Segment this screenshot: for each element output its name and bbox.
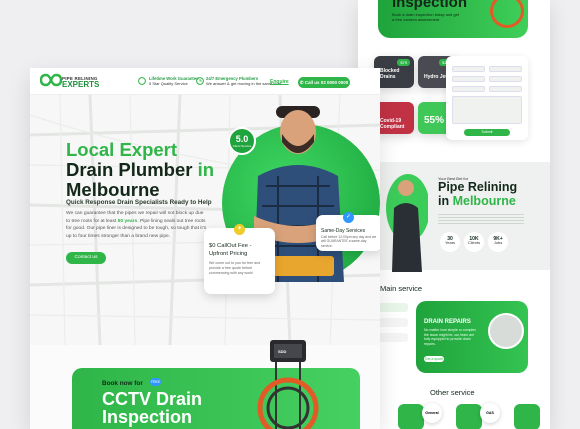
form-field[interactable] [452, 86, 485, 92]
homepage-mockup: PIPE RELINING EXPERTS Lifetime Work Guar… [30, 68, 380, 429]
message-field[interactable] [452, 96, 522, 124]
service-card-label: Blocked Drains [380, 68, 400, 80]
drain-camera-reel-icon [490, 0, 524, 28]
form-submit-button[interactable]: Submit [464, 129, 510, 136]
same-day-card: ✓ Same-Day Services Call before 12:00pm … [316, 212, 380, 251]
logo-text-bottom: EXPERTS [62, 80, 100, 89]
form-field[interactable] [489, 76, 522, 82]
rating-badge: 5.0 Client Service [228, 127, 256, 155]
rating-value: 5.0 [235, 134, 249, 144]
pipe-heading-line-1: Pipe Relining [438, 180, 518, 194]
pipe-description [438, 212, 524, 226]
drain-repair-photo [488, 313, 524, 349]
callout-title-line-1: $0 CallOut Fee - [209, 243, 252, 249]
enquire-link[interactable]: Enquire [270, 79, 289, 85]
same-day-title: Same-Day Services [321, 228, 366, 234]
quote-form: Submit [446, 56, 528, 140]
main-service-heading: Main service [380, 284, 423, 293]
secondary-page-mockup: Inspection Book a drain inspection today… [358, 0, 550, 429]
hero-body: We can guarantee that the pipes we repai… [66, 211, 207, 239]
headline-city: Melbourne [66, 179, 160, 200]
other-service-heading: Other service [430, 388, 475, 397]
pipe-heading-city: Melbourne [452, 194, 516, 208]
callout-title: $0 CallOut Fee - Upfront Pricing [209, 242, 252, 258]
lightbulb-icon: ✦ [234, 224, 245, 235]
guarantee-icon [138, 77, 146, 85]
banner-title-line-1: CCTV Drain [102, 389, 203, 409]
contact-us-button[interactable]: Contact us [66, 252, 106, 264]
shield-icon: ✓ [343, 212, 354, 223]
call-us-label: Call us 03 0000 0000 [304, 80, 349, 85]
form-field[interactable] [452, 66, 485, 72]
nav-guarantee-sub: 5 Star Quality Service [149, 81, 188, 86]
stat-years: 30 Years [440, 232, 460, 252]
other-service-card[interactable] [398, 404, 424, 429]
callout-text: We come out to you for free and provide … [209, 261, 261, 275]
stat-jobs: 9K+ Jobs [488, 232, 508, 252]
headline-in: in [197, 159, 215, 180]
hero-headline: Local Expert Drain Plumber in Melbourne [66, 140, 214, 200]
camera-label: SDD [278, 349, 287, 354]
form-field[interactable] [489, 66, 522, 72]
inspection-title: Inspection [392, 0, 468, 11]
callout-fee-card: ✦ $0 CallOut Fee - Upfront Pricing We co… [204, 224, 275, 294]
banner-kicker: Book now for [102, 380, 143, 387]
service-card-covid[interactable]: Covid-19 Compliant [374, 102, 414, 134]
service-card-label: Covid-19 Compliant [380, 118, 405, 130]
stat-clients: 10K Clients [464, 232, 484, 252]
call-us-button[interactable]: ✆ Call us 03 0000 0000 [298, 77, 350, 88]
pipe-heading: Pipe Relining in Melbourne [438, 180, 517, 208]
site-header: PIPE RELINING EXPERTS Lifetime Work Guar… [30, 68, 380, 95]
banner-title-line-2: Inspection [102, 407, 193, 427]
inspection-subtitle: Book a drain inspection today and get a … [392, 12, 459, 22]
drain-repairs-card: DRAIN REPAIRS No matter how simple or co… [416, 301, 528, 373]
inspection-hero: Inspection Book a drain inspection today… [378, 0, 528, 38]
pipe-heading-in: in [438, 194, 450, 208]
other-service-card[interactable] [456, 404, 482, 429]
headline-line-2: Drain Plumber [66, 159, 193, 180]
service-card-blocked-drains[interactable]: $79 Blocked Drains [374, 56, 414, 88]
other-service-gas[interactable]: GAS [480, 403, 500, 423]
discount-value: 55% [424, 115, 445, 126]
headline-line-1: Local Expert [66, 139, 178, 160]
drain-repairs-text: No matter how simple or complex the issu… [424, 328, 476, 346]
price-badge: $79 [397, 59, 410, 66]
plumber-photo [386, 174, 428, 272]
callout-title-line-2: Upfront Pricing [209, 251, 248, 257]
hero-subheading: Quick Response Drain Specialists Ready t… [66, 199, 212, 206]
other-service-card[interactable] [514, 404, 540, 429]
form-field[interactable] [452, 76, 485, 82]
drain-repairs-button[interactable]: Get a quote [424, 356, 444, 362]
other-service-general[interactable]: General [422, 403, 442, 423]
free-badge: FREE [150, 378, 161, 386]
same-day-text: Call before 12:00pm any day and we will … [321, 235, 377, 248]
rating-label: Client Service [232, 144, 252, 148]
clock-24h-icon [196, 77, 204, 85]
drain-repairs-title: DRAIN REPAIRS [424, 319, 471, 325]
cctv-camera-equipment-icon [257, 340, 319, 429]
logo-infinity-icon [40, 73, 62, 87]
form-field[interactable] [489, 86, 522, 92]
banner-title: CCTV Drain Inspection [102, 390, 202, 426]
nav-guarantee: Lifetime Work Guarantee 5 Star Quality S… [149, 76, 199, 86]
